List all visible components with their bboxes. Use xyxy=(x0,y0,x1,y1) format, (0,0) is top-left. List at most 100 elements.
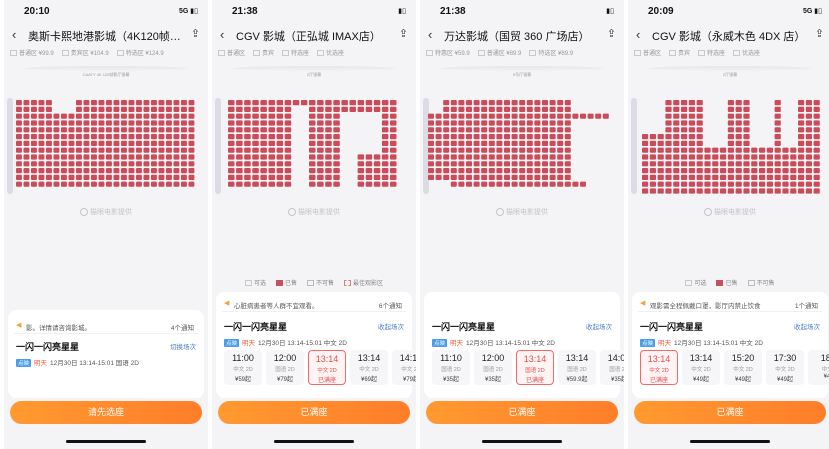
seat-sold[interactable] xyxy=(390,106,397,112)
seat-sold[interactable] xyxy=(813,154,820,160)
seat-sold[interactable] xyxy=(53,120,60,126)
toggle-showtimes[interactable]: 收起场次 xyxy=(586,321,612,331)
seat-sold[interactable] xyxy=(466,168,472,174)
seat-sold[interactable] xyxy=(121,100,127,106)
seat-sold[interactable] xyxy=(23,140,30,146)
seat-sold[interactable] xyxy=(158,161,165,167)
seat-sold[interactable] xyxy=(428,174,434,180)
seat-sold[interactable] xyxy=(657,181,664,187)
seat-sold[interactable] xyxy=(143,147,150,153)
seat-sold[interactable] xyxy=(774,168,781,174)
seat-sold[interactable] xyxy=(542,113,548,119)
notice-bar[interactable]: ◀ 观影需全程佩戴口罩，影厅内禁止饮食 1个通知 xyxy=(638,296,822,312)
seat-sold[interactable] xyxy=(181,140,187,146)
seat-sold[interactable] xyxy=(188,168,195,174)
seat-sold[interactable] xyxy=(317,154,324,160)
seat-sold[interactable] xyxy=(173,100,180,106)
seat-sold[interactable] xyxy=(458,161,465,167)
confirm-seat-button[interactable]: 已满座 xyxy=(634,401,826,424)
seat-sold[interactable] xyxy=(83,127,90,133)
seat-sold[interactable] xyxy=(252,168,259,174)
seat-sold[interactable] xyxy=(813,174,820,180)
seat-sold[interactable] xyxy=(720,181,727,187)
seat-sold[interactable] xyxy=(61,140,67,146)
seat-sold[interactable] xyxy=(390,147,397,153)
seat-sold[interactable] xyxy=(443,174,450,180)
seat-sold[interactable] xyxy=(166,113,172,119)
seat-sold[interactable] xyxy=(76,134,82,140)
seat-sold[interactable] xyxy=(450,113,457,119)
seat-sold[interactable] xyxy=(325,113,332,119)
seat-sold[interactable] xyxy=(681,100,688,106)
seat-sold[interactable] xyxy=(68,120,75,126)
seat-sold[interactable] xyxy=(143,161,150,167)
seat-sold[interactable] xyxy=(458,100,465,106)
seat-sold[interactable] xyxy=(98,127,105,133)
seat-sold[interactable] xyxy=(158,181,165,187)
seat-sold[interactable] xyxy=(228,134,235,140)
seat-sold[interactable] xyxy=(696,174,703,180)
seat-sold[interactable] xyxy=(68,154,75,160)
seat-sold[interactable] xyxy=(473,168,480,174)
seat-sold[interactable] xyxy=(712,188,719,194)
seat-sold[interactable] xyxy=(188,174,195,180)
seat-sold[interactable] xyxy=(526,161,533,167)
seat-sold[interactable] xyxy=(276,154,284,160)
seat-sold[interactable] xyxy=(481,174,488,180)
seat-sold[interactable] xyxy=(166,140,172,146)
seat-sold[interactable] xyxy=(188,181,195,187)
seat-sold[interactable] xyxy=(276,106,284,112)
seat-sold[interactable] xyxy=(657,174,664,180)
seat-sold[interactable] xyxy=(564,147,571,153)
seat-sold[interactable] xyxy=(333,100,340,106)
seat-sold[interactable] xyxy=(113,154,120,160)
seat-sold[interactable] xyxy=(743,174,750,180)
seat-sold[interactable] xyxy=(466,106,472,112)
confirm-seat-button[interactable]: 请先选座 xyxy=(10,401,202,424)
seat-sold[interactable] xyxy=(309,127,316,133)
seat-sold[interactable] xyxy=(83,100,90,106)
seat-sold[interactable] xyxy=(188,100,195,106)
seat-sold[interactable] xyxy=(488,113,495,119)
seat-sold[interactable] xyxy=(458,140,465,146)
seat-sold[interactable] xyxy=(435,174,442,180)
seat-sold[interactable] xyxy=(751,147,758,153)
seat-sold[interactable] xyxy=(496,174,503,180)
seat-sold[interactable] xyxy=(511,140,518,146)
seat-sold[interactable] xyxy=(244,134,251,140)
seat-sold[interactable] xyxy=(228,147,235,153)
seat-sold[interactable] xyxy=(390,168,397,174)
seat-sold[interactable] xyxy=(798,113,805,119)
seat-sold[interactable] xyxy=(665,168,672,174)
seat-sold[interactable] xyxy=(564,134,571,140)
seat-sold[interactable] xyxy=(300,100,308,106)
seat-sold[interactable] xyxy=(790,161,797,167)
seat-sold[interactable] xyxy=(766,181,773,187)
seat-sold[interactable] xyxy=(181,113,187,119)
seat-sold[interactable] xyxy=(325,174,332,180)
seat-sold[interactable] xyxy=(798,120,805,126)
seat-sold[interactable] xyxy=(121,134,127,140)
seat-sold[interactable] xyxy=(158,106,165,112)
seat-sold[interactable] xyxy=(712,174,719,180)
seat-sold[interactable] xyxy=(390,140,397,146)
seat-sold[interactable] xyxy=(443,134,450,140)
seat-sold[interactable] xyxy=(443,154,450,160)
seat-sold[interactable] xyxy=(113,127,120,133)
seat-sold[interactable] xyxy=(166,127,172,133)
seat-sold[interactable] xyxy=(244,147,251,153)
seat-sold[interactable] xyxy=(325,120,332,126)
seat-sold[interactable] xyxy=(53,168,60,174)
seat-sold[interactable] xyxy=(260,174,267,180)
seat-sold[interactable] xyxy=(712,154,719,160)
seat-sold[interactable] xyxy=(83,161,90,167)
seat-sold[interactable] xyxy=(511,100,518,106)
seat-sold[interactable] xyxy=(166,154,172,160)
seat-sold[interactable] xyxy=(488,161,495,167)
seat-sold[interactable] xyxy=(642,174,649,180)
seat-sold[interactable] xyxy=(488,134,495,140)
seat-sold[interactable] xyxy=(252,113,259,119)
seat-sold[interactable] xyxy=(325,168,332,174)
seat-sold[interactable] xyxy=(309,174,316,180)
seat-sold[interactable] xyxy=(158,140,165,146)
